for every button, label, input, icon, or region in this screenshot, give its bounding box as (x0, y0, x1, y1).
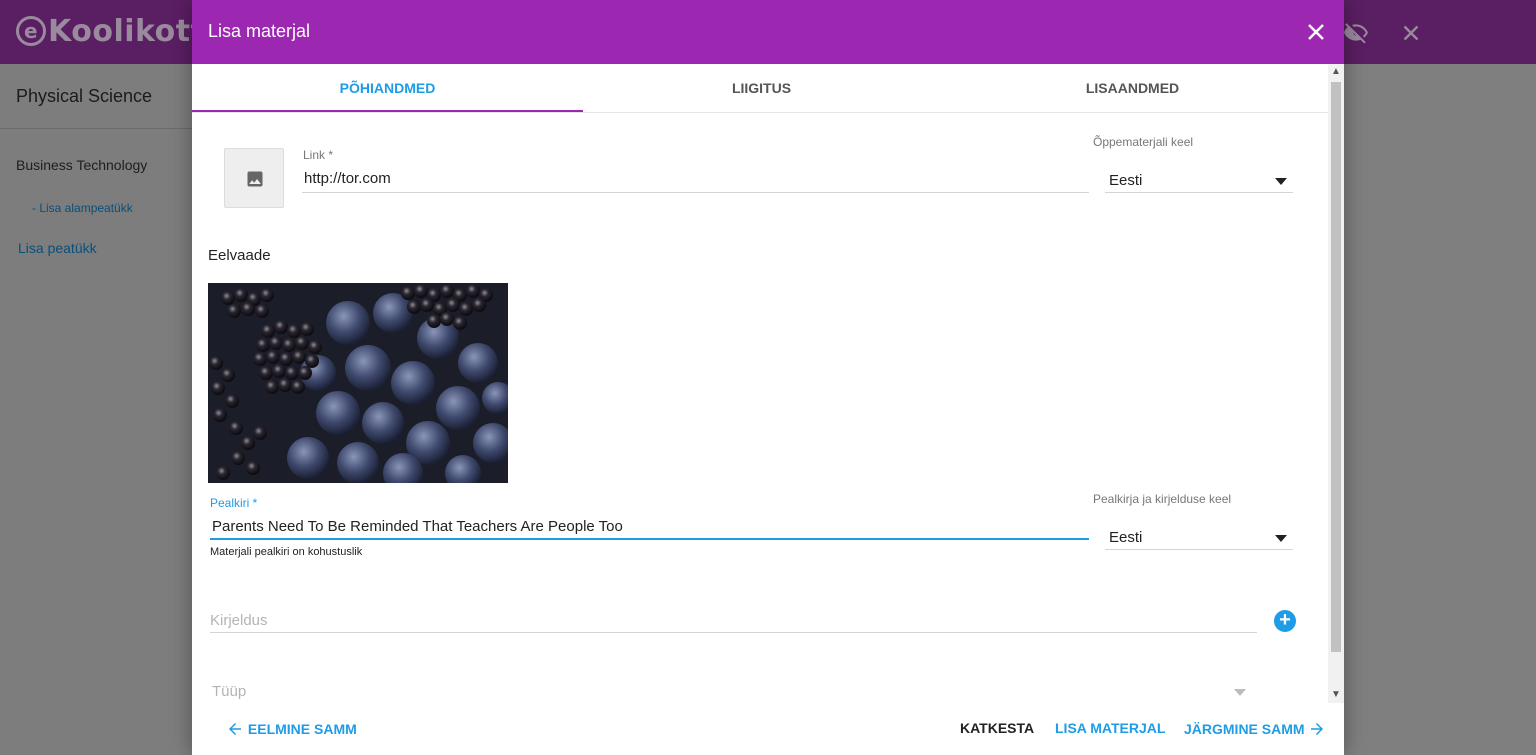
dropdown-arrow-icon[interactable] (1275, 178, 1287, 185)
title-input[interactable]: Parents Need To Be Reminded That Teacher… (212, 518, 623, 535)
scroll-up-arrow[interactable]: ▲ (1328, 64, 1344, 80)
material-language-label: Õppematerjali keel (1093, 135, 1194, 149)
tab-additional-info[interactable]: LISAANDMED (937, 64, 1328, 112)
previous-step-button[interactable]: EELMINE SAMM (226, 720, 357, 738)
plus-icon: + (1279, 609, 1291, 631)
scrollbar-thumb[interactable] (1331, 82, 1341, 652)
next-step-label: JÄRGMINE SAMM (1184, 721, 1305, 737)
tab-classification[interactable]: LIIGITUS (566, 64, 957, 112)
chapter-item: Business Technology (16, 157, 148, 173)
course-title: Physical Science (16, 86, 153, 106)
title-language-underline (1105, 549, 1293, 550)
dialog-title: Lisa materjal (208, 21, 311, 41)
link-underline (302, 192, 1089, 193)
add-subchapter-link: - Lisa alampeatükk (32, 201, 133, 215)
dialog-header: Lisa materjal (192, 0, 1344, 64)
add-material-dialog: Lisa materjal PÕHIANDMED LIIGITUS LISAAN… (192, 0, 1344, 755)
link-label: Link * (303, 148, 334, 162)
arrow-back-icon (229, 723, 241, 735)
material-language-underline (1105, 192, 1293, 193)
berries-photo (208, 283, 508, 483)
thumbnail-upload[interactable] (224, 148, 284, 208)
title-language-label: Pealkirja ja kirjelduse keel (1093, 492, 1232, 506)
material-language-select[interactable]: Eesti (1109, 172, 1142, 189)
type-dropdown-arrow-icon[interactable] (1234, 689, 1246, 696)
next-step-button[interactable]: JÄRGMINE SAMM (1184, 720, 1326, 738)
title-required-hint: Materjali pealkiri on kohustuslik (210, 546, 363, 558)
add-description-button[interactable]: + (1274, 610, 1296, 632)
description-underline (210, 632, 1257, 633)
cancel-button[interactable]: KATKESTA (960, 720, 1034, 736)
dialog-close-button[interactable] (1306, 22, 1326, 42)
image-icon (247, 171, 263, 187)
close-icon (1308, 24, 1324, 40)
dropdown-arrow-icon[interactable] (1275, 535, 1287, 542)
preview-image (208, 283, 508, 483)
app-logo: e Koolikott (16, 14, 205, 49)
dialog-scrollbar[interactable]: ▲ ▼ (1328, 64, 1344, 703)
link-input[interactable]: http://tor.com (304, 170, 391, 187)
title-language-select[interactable]: Eesti (1109, 529, 1142, 546)
tab-basic-info[interactable]: PÕHIANDMED (192, 64, 583, 112)
title-underline (210, 538, 1089, 540)
scroll-down-arrow[interactable]: ▼ (1328, 687, 1344, 703)
tab-bar: PÕHIANDMED LIIGITUS LISAANDMED (192, 64, 1328, 113)
description-input[interactable]: Kirjeldus (210, 612, 268, 629)
visibility-off-icon (1343, 20, 1369, 46)
add-chapter-link: Lisa peatükk (18, 240, 97, 256)
previous-step-label: EELMINE SAMM (247, 721, 357, 737)
type-select[interactable]: Tüüp (212, 683, 246, 700)
close-icon (1398, 20, 1424, 46)
title-label: Pealkiri * (210, 496, 258, 510)
sidebar-divider (0, 128, 192, 129)
preview-label: Eelvaade (208, 247, 271, 264)
arrow-forward-icon (1311, 723, 1324, 735)
add-material-button[interactable]: LISA MATERJAL (1055, 720, 1165, 736)
